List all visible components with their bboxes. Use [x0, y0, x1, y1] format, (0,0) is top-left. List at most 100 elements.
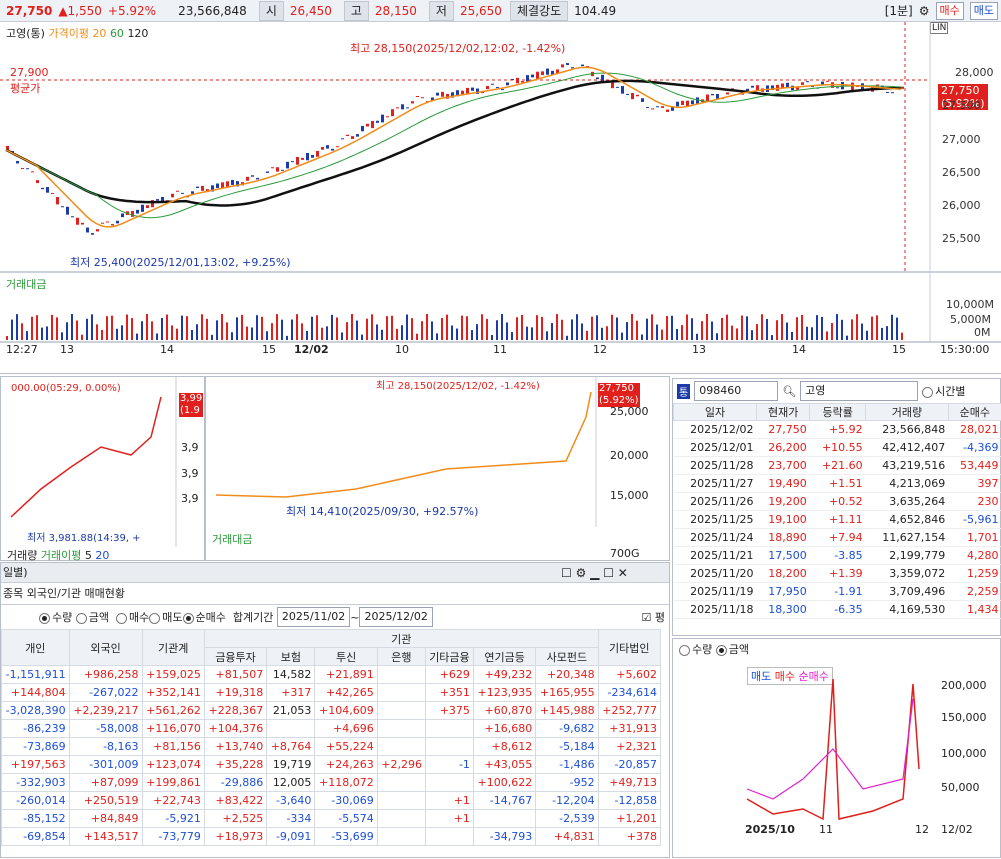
open-value: 26,450	[290, 4, 332, 18]
volume-bar	[371, 314, 373, 340]
ma120-line	[6, 81, 901, 206]
table-row[interactable]: 2025/11/2418,890+7.9411,627,1541,701	[674, 529, 1001, 547]
volume-bar	[486, 319, 488, 340]
table-row[interactable]: -332,903+87,099+199,861-29,88612,005+118…	[2, 774, 661, 792]
volume-bar	[156, 333, 158, 340]
flow-y-tick: 200,000	[941, 679, 987, 692]
table-row[interactable]: -69,854+143,517-73,779+18,973-9,091-53,6…	[2, 828, 661, 846]
main-chart[interactable]: 고영(통) 가격이평 20 60 120 LIN 최고 28,150(2025/…	[0, 22, 1001, 374]
candle	[416, 96, 419, 97]
candle	[801, 82, 804, 85]
table-row[interactable]: -260,014+250,519+22,743+83,422-3,640-30,…	[2, 792, 661, 810]
volume-bar	[251, 327, 253, 340]
candle	[101, 223, 104, 224]
table-row[interactable]: 2025/11/2117,500-3.852,199,7794,280	[674, 547, 1001, 565]
mini-min-note: 최저 3,981.88(14:39, +	[27, 529, 141, 544]
volume-bar	[341, 332, 343, 340]
volume-bar	[211, 335, 213, 340]
table-row[interactable]: 2025/11/1818,300-6.354,169,5301,434	[674, 601, 1001, 619]
volume-bar	[101, 330, 103, 340]
table-row[interactable]: -3,028,390+2,239,217+561,262+228,36721,0…	[2, 702, 661, 720]
candle	[26, 168, 29, 169]
volume-bar	[296, 314, 298, 340]
buy-button[interactable]: 매수	[936, 2, 964, 20]
volume-bar	[291, 320, 293, 340]
volume-bar	[91, 314, 93, 340]
high-label: 고	[344, 1, 369, 21]
table-row[interactable]: 2025/11/2619,200+0.523,635,264230	[674, 493, 1001, 511]
candle	[291, 161, 294, 162]
opt-amt[interactable]: 금액	[76, 609, 109, 625]
window-controls[interactable]: ☐ ⚙ ▁ ☐ ✕	[561, 566, 628, 580]
opt-qty[interactable]: 수량	[39, 609, 72, 625]
to-date[interactable]: 2025/12/02	[359, 607, 432, 627]
opt-net[interactable]: 순매수	[183, 609, 226, 625]
x-axis: 12:27 13 14 15 12/02 10 11 12 13 14 15 1…	[0, 343, 1001, 355]
volume-bar	[6, 336, 8, 340]
code-input[interactable]: 098460	[694, 381, 778, 401]
table-row[interactable]: +144,804-267,022+352,141+19,318+317+42,2…	[2, 684, 661, 702]
candle	[646, 107, 649, 108]
table-row[interactable]: -86,239-58,008+116,070+104,376+4,696+16,…	[2, 720, 661, 738]
opt-sell[interactable]: 매도	[149, 609, 182, 625]
gear-icon[interactable]: ⚙	[919, 4, 930, 18]
avg-check[interactable]: ☑ 평	[642, 609, 665, 625]
name-input[interactable]: 고영	[800, 381, 918, 401]
volume-bar	[841, 320, 843, 340]
col-header: 금융투자	[204, 648, 266, 666]
table-row[interactable]: 2025/11/2823,700+21.6043,219,51653,449	[674, 457, 1001, 475]
quote-bar: 27,750 ▲1,550 +5.92% 23,566,848 시 26,450…	[0, 0, 1001, 22]
volume-bar	[406, 315, 408, 340]
candle	[341, 138, 344, 139]
table-row[interactable]: -1,151,911+986,258+159,025+81,50714,582+…	[2, 666, 661, 684]
candle	[716, 94, 719, 99]
volume-bar	[196, 324, 198, 340]
volume-bar	[876, 315, 878, 340]
investor-options: 수량 금액 매수 매도 순매수 합계기간 2025/11/02 ~ 2025/1…	[1, 605, 669, 629]
candle	[106, 222, 109, 223]
search-icon[interactable]: 🔍︎	[782, 385, 796, 398]
opt-buy[interactable]: 매수	[116, 609, 149, 625]
table-row[interactable]: 2025/12/0126,200+10.5542,412,407-4,369	[674, 439, 1001, 457]
volume-bar	[386, 316, 388, 340]
candle	[146, 205, 149, 208]
volume-bar	[361, 335, 363, 340]
flow-chart-panel[interactable]: 수량 금액 매도 매수 순매수 200,000 150,000 100,000 …	[672, 638, 1001, 858]
volume-bar	[691, 318, 693, 340]
volume-bar	[61, 332, 63, 340]
price-plot	[0, 22, 1001, 374]
volume-bar	[566, 336, 568, 340]
volume-bar	[561, 320, 563, 340]
investor-panel: 일별) ☐ ⚙ ▁ ☐ ✕ 종목 외국인/기관 매매현황 수량 금액 매수 매도…	[0, 562, 670, 858]
table-row[interactable]: 2025/11/2018,200+1.393,359,0721,259	[674, 565, 1001, 583]
volume-bar	[821, 317, 823, 340]
table-row[interactable]: 2025/12/0227,750+5.9223,566,84828,021	[674, 421, 1001, 439]
volume-bar	[116, 329, 118, 340]
volume-bar	[51, 315, 53, 340]
volume-bar	[786, 323, 788, 340]
table-row[interactable]: 2025/11/1917,950-1.913,709,4962,259	[674, 583, 1001, 601]
from-date[interactable]: 2025/11/02	[277, 607, 350, 627]
mini2-min-note: 최저 14,410(2025/09/30, +92.57%)	[286, 503, 478, 519]
sell-button[interactable]: 매도	[970, 2, 998, 20]
volume-bar	[571, 319, 573, 340]
investor-tab[interactable]: 종목 외국인/기관 매매현황	[1, 583, 669, 605]
table-row[interactable]: +197,563-301,009+123,074+35,22819,719+24…	[2, 756, 661, 774]
volume-bar	[201, 314, 203, 340]
daily-mini-chart[interactable]: 최고 28,150(2025/12/02, -1.42%) 최저 14,410(…	[205, 376, 670, 561]
volume-bar	[216, 320, 218, 340]
volume-bar	[646, 319, 648, 340]
opt-time[interactable]: 시간별	[922, 383, 965, 399]
volume-bar	[246, 327, 248, 340]
candle	[56, 197, 59, 204]
interval-selector[interactable]: [1분]	[885, 2, 913, 19]
table-row[interactable]: -73,869-8,163+81,156+13,740+8,764+55,224…	[2, 738, 661, 756]
volume-bar	[626, 322, 628, 340]
table-row[interactable]: 2025/11/2719,490+1.514,213,069397	[674, 475, 1001, 493]
table-row[interactable]: 2025/11/2519,100+1.114,652,846-5,961	[674, 511, 1001, 529]
table-row[interactable]: -85,152+84,849-5,921+2,525-334-5,574+1-2…	[2, 810, 661, 828]
index-mini-chart[interactable]: 000.00(05:29, 0.00%) 최저 3,981.88(14:39, …	[0, 376, 205, 561]
candle	[296, 157, 299, 165]
flow-x-tick: 11	[819, 823, 833, 836]
col-header: 보험	[267, 648, 315, 666]
